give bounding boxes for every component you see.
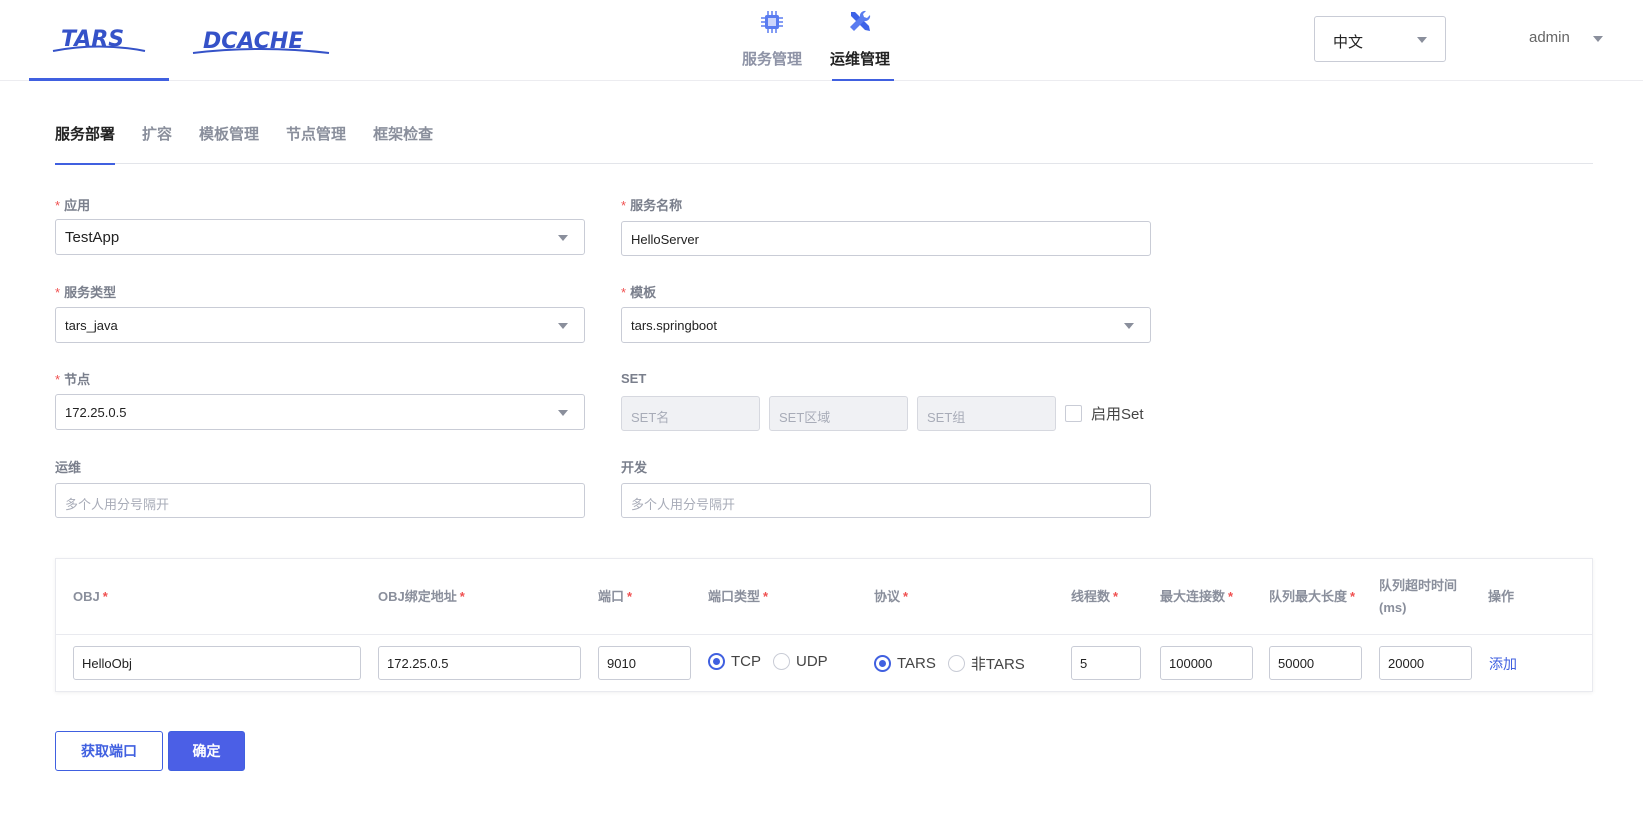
- node-select[interactable]: 172.25.0.5: [55, 394, 585, 430]
- server-name-label: * 服务名称: [621, 198, 683, 213]
- template-value: tars.springboot: [631, 318, 717, 333]
- queue-timeout-value: 20000: [1388, 656, 1425, 671]
- sub-tabs: 服务部署 扩容 模板管理 节点管理 框架检查: [55, 120, 1593, 165]
- set-label: SET: [621, 371, 647, 386]
- nav-ops-management-label: 运维管理: [829, 51, 890, 68]
- set-name-placeholder: SET名: [631, 410, 670, 425]
- ops-placeholder: 多个人用分号隔开: [65, 497, 170, 512]
- dev-input[interactable]: 多个人用分号隔开: [621, 483, 1151, 518]
- radio-udp[interactable]: UDP: [773, 653, 828, 670]
- th-bind: OBJ绑定地址 *: [378, 589, 465, 604]
- add-row-link[interactable]: 添加: [1489, 654, 1517, 674]
- tab-service-deploy[interactable]: 服务部署: [55, 120, 116, 165]
- nav-service-management[interactable]: 服务管理: [728, 0, 816, 81]
- chevron-down-icon: [558, 410, 568, 416]
- node-label: * 节点: [55, 372, 91, 387]
- radio-tars[interactable]: TARS: [874, 655, 936, 672]
- set-area-input[interactable]: SET区域: [769, 396, 908, 431]
- chevron-down-icon: [558, 235, 568, 241]
- confirm-button[interactable]: 确定: [168, 731, 245, 771]
- port-value: 9010: [607, 656, 636, 671]
- get-port-button[interactable]: 获取端口: [55, 731, 163, 771]
- chip-icon: [758, 8, 786, 36]
- set-group-placeholder: SET组: [927, 410, 966, 425]
- obj-input[interactable]: HelloObj: [73, 646, 361, 680]
- tab-expand[interactable]: 扩容: [142, 120, 172, 164]
- server-name-input[interactable]: HelloServer: [621, 221, 1151, 256]
- th-obj: OBJ *: [73, 589, 108, 604]
- tab-framework-check[interactable]: 框架检查: [373, 120, 433, 164]
- server-type-select[interactable]: tars_java: [55, 307, 585, 343]
- language-value: 中文: [1333, 34, 1364, 51]
- tab-template-management[interactable]: 模板管理: [199, 120, 259, 164]
- nav-service-management-label: 服务管理: [741, 51, 802, 68]
- nav-ops-management[interactable]: 运维管理: [816, 0, 904, 81]
- max-conn-input[interactable]: 100000: [1160, 646, 1253, 680]
- node-value: 172.25.0.5: [65, 405, 127, 420]
- wrench-screwdriver-icon: [846, 8, 874, 36]
- max-conn-value: 100000: [1169, 656, 1213, 671]
- th-threads: 线程数 *: [1071, 589, 1119, 604]
- template-label: * 模板: [621, 285, 657, 300]
- tars-logo[interactable]: TARS: [29, 0, 169, 81]
- queue-timeout-input[interactable]: 20000: [1379, 646, 1472, 680]
- queue-len-input[interactable]: 50000: [1269, 646, 1362, 680]
- obj-table: OBJ * OBJ绑定地址 * 端口 * 端口类型 * 协议 * 线程数 * 最大连接数 * …: [55, 558, 1593, 692]
- bind-address-input[interactable]: 172.25.0.5: [378, 646, 581, 680]
- server-type-label: * 服务类型: [55, 285, 117, 300]
- tab-node-management[interactable]: 节点管理: [286, 120, 346, 164]
- bind-address-value: 172.25.0.5: [387, 656, 449, 671]
- threads-value: 5: [1080, 656, 1088, 671]
- th-queue-timeout: 队列超时时间(ms): [1379, 578, 1458, 615]
- template-select[interactable]: tars.springboot: [621, 307, 1151, 343]
- enable-set-label: 启用Set: [1091, 406, 1144, 423]
- obj-value: HelloObj: [82, 656, 132, 671]
- th-action: 操作: [1488, 589, 1515, 604]
- th-max-conn: 最大连接数 *: [1160, 589, 1234, 604]
- app-select[interactable]: TestApp: [55, 219, 585, 255]
- app-value: TestApp: [65, 229, 120, 246]
- threads-input[interactable]: 5: [1071, 646, 1141, 680]
- th-port-type: 端口类型 *: [708, 589, 769, 604]
- set-group-input[interactable]: SET组: [917, 396, 1056, 431]
- protocol-radio-group: TARS 非TARS: [874, 653, 1037, 674]
- th-protocol: 协议 *: [874, 589, 909, 604]
- top-header: TARS DCACHE 服务管理 运维管理 中文 admin: [0, 0, 1643, 81]
- user-menu[interactable]: admin: [1529, 29, 1603, 46]
- language-select[interactable]: 中文: [1314, 16, 1446, 62]
- dev-label: 开发: [621, 460, 648, 475]
- dcache-logo[interactable]: DCACHE: [186, 0, 336, 81]
- set-name-input[interactable]: SET名: [621, 396, 760, 431]
- chevron-down-icon: [1593, 36, 1603, 42]
- radio-non-tars[interactable]: 非TARS: [947, 653, 1025, 674]
- top-nav: 服务管理 运维管理: [728, 0, 904, 81]
- server-name-value: HelloServer: [631, 232, 699, 247]
- port-input[interactable]: 9010: [598, 646, 691, 680]
- queue-len-value: 50000: [1278, 656, 1315, 671]
- enable-set-checkbox[interactable]: 启用Set: [1065, 403, 1144, 424]
- chevron-down-icon: [1417, 37, 1427, 43]
- chevron-down-icon: [558, 323, 568, 329]
- server-type-value: tars_java: [65, 318, 118, 333]
- table-header: OBJ * OBJ绑定地址 * 端口 * 端口类型 * 协议 * 线程数 * 最大连接数 * …: [56, 559, 1592, 635]
- checkbox-box[interactable]: [1065, 405, 1082, 422]
- radio-tcp[interactable]: TCP: [708, 653, 761, 670]
- ops-label: 运维: [55, 460, 82, 475]
- th-port: 端口 *: [598, 589, 633, 604]
- username: admin: [1529, 29, 1570, 46]
- th-queue-len: 队列最大长度 *: [1269, 589, 1356, 604]
- app-label: * 应用: [55, 198, 91, 213]
- dev-placeholder: 多个人用分号隔开: [631, 497, 736, 512]
- chevron-down-icon: [1124, 323, 1134, 329]
- port-type-radio-group: TCP UDP: [708, 653, 840, 670]
- ops-input[interactable]: 多个人用分号隔开: [55, 483, 585, 518]
- set-area-placeholder: SET区域: [779, 410, 831, 425]
